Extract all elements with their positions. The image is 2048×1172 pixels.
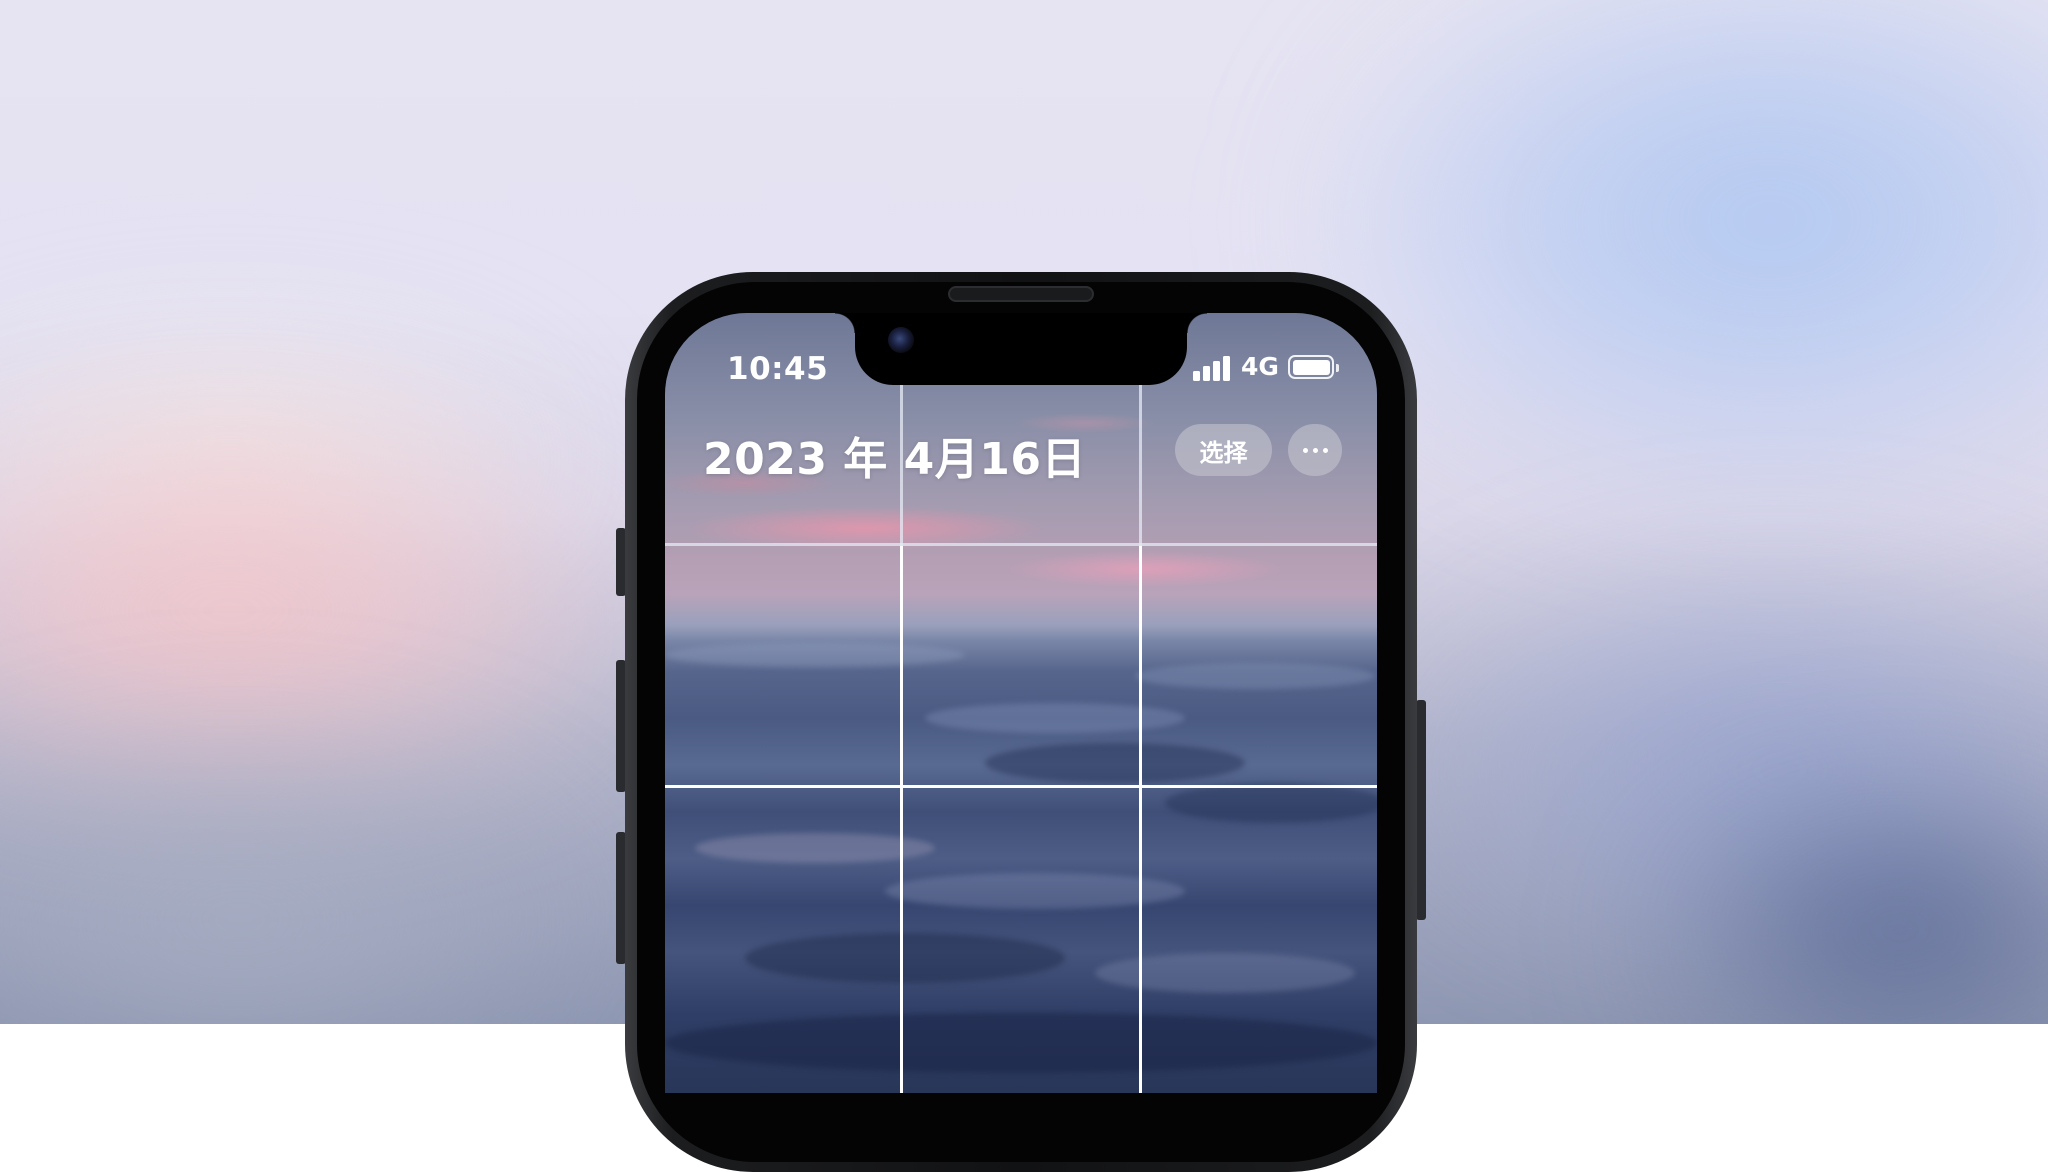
more-button[interactable]	[1288, 424, 1342, 476]
photo-thumbnail[interactable]	[1142, 546, 1377, 785]
select-button[interactable]: 选择	[1175, 424, 1272, 476]
battery-level	[1292, 359, 1330, 375]
photo-thumbnail[interactable]	[665, 788, 900, 1093]
ellipsis-icon	[1300, 447, 1330, 453]
status-time: 10:45	[727, 351, 829, 387]
background-glow-gray	[0, 740, 620, 1024]
page-title: 2023 年 4月16日	[703, 434, 1086, 485]
photo-thumbnail[interactable]	[1142, 788, 1377, 1093]
background-glow-blue	[1320, 0, 2048, 500]
power-button	[1416, 700, 1426, 920]
signal-icon	[1193, 353, 1233, 383]
photo-thumbnail[interactable]	[903, 788, 1139, 1093]
network-type: 4G	[1241, 352, 1279, 381]
photo-thumbnail[interactable]	[903, 546, 1139, 785]
photo-thumbnail[interactable]	[665, 546, 900, 785]
phone-screen: 10:45 4G 2023 年 4月16日 选择	[665, 313, 1377, 1093]
battery-cap	[1336, 364, 1339, 372]
battery-icon	[1288, 355, 1334, 379]
front-camera	[888, 327, 914, 353]
earpiece-speaker	[948, 286, 1094, 302]
